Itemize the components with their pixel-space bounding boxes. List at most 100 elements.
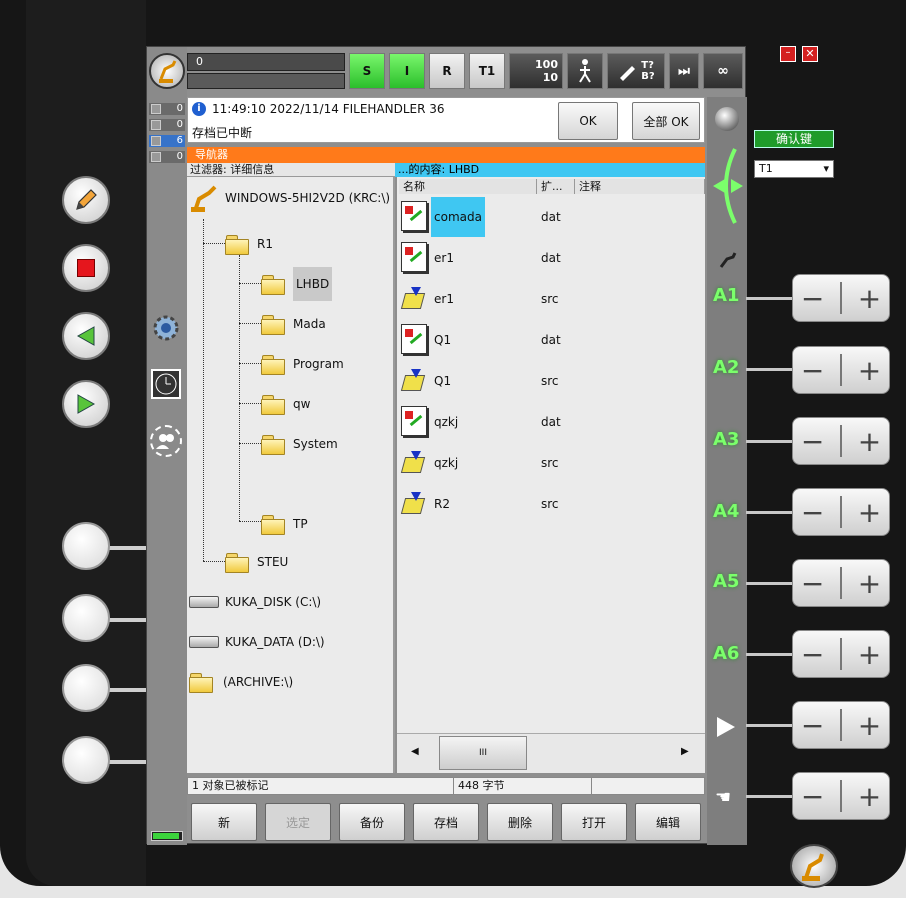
edit-pencil-button[interactable] <box>62 176 110 224</box>
tree-node-system[interactable]: System <box>261 433 338 455</box>
soft-key-3[interactable] <box>62 664 110 712</box>
minus-icon[interactable]: − <box>801 496 824 529</box>
scroll-right-icon[interactable]: ▶ <box>681 746 689 757</box>
close-icon[interactable]: ✕ <box>802 46 818 62</box>
scroll-left-icon[interactable]: ◀ <box>411 746 419 757</box>
tree-node-qw[interactable]: qw <box>261 393 310 415</box>
minus-icon[interactable]: − <box>801 780 824 813</box>
stop-button[interactable] <box>62 244 110 292</box>
soft-key-2[interactable] <box>62 594 110 642</box>
tree-node-mada[interactable]: Mada <box>261 313 326 335</box>
user-group-icon[interactable] <box>150 425 182 457</box>
robot-arm-icon[interactable] <box>717 249 739 271</box>
globe-icon[interactable] <box>715 107 739 131</box>
tree-root[interactable]: WINDOWS-5HI2V2D (KRC:\) <box>189 185 390 212</box>
jog-key-a1[interactable]: − + <box>792 274 890 322</box>
jog-key-7[interactable]: − + <box>792 701 890 749</box>
open-button[interactable]: 打开 <box>561 803 627 841</box>
minus-icon[interactable]: − <box>801 567 824 600</box>
operating-mode-status[interactable]: T1 <box>469 53 505 89</box>
tree-node-tp[interactable]: TP <box>261 513 308 535</box>
archive-folder-icon <box>189 672 213 693</box>
file-row[interactable]: qzkj dat <box>397 402 705 440</box>
tree-drive-d[interactable]: KUKA_DATA (D:\) <box>189 631 325 653</box>
plus-icon[interactable]: + <box>858 780 881 813</box>
minus-icon[interactable]: − <box>801 282 824 315</box>
file-row[interactable]: Q1 dat <box>397 320 705 358</box>
file-row[interactable]: er1 dat <box>397 238 705 276</box>
program-run-mode[interactable] <box>567 53 603 89</box>
mode-select[interactable]: T1 ▾ <box>754 160 834 178</box>
plus-icon[interactable]: + <box>858 496 881 529</box>
plus-icon[interactable]: + <box>858 282 881 315</box>
file-row[interactable]: Q1 src <box>397 361 705 399</box>
start-forward-button[interactable] <box>62 380 110 428</box>
submit-interpreter-status[interactable]: S <box>349 53 385 89</box>
kuka-main-menu-button[interactable] <box>149 53 185 89</box>
tool-base-status[interactable]: T? B? <box>607 53 665 89</box>
jog-key-a5[interactable]: − + <box>792 559 890 607</box>
delete-button[interactable]: 删除 <box>487 803 553 841</box>
counter-info: 6 <box>149 135 185 147</box>
override-status[interactable]: 100 10 <box>509 53 563 89</box>
gear-icon[interactable] <box>151 313 181 343</box>
horizontal-scrollbar[interactable]: ◀ III ▶ <box>397 733 705 773</box>
jog-mode-arrows-icon[interactable] <box>711 143 745 229</box>
tree-node-steu[interactable]: STEU <box>225 551 288 573</box>
archive-button[interactable]: 存档 <box>413 803 479 841</box>
plus-icon[interactable]: + <box>858 567 881 600</box>
plus-icon[interactable]: + <box>858 638 881 671</box>
file-list[interactable]: 名称 扩... 注释 comada dat er1 dat er1 src Q1 dat Q1 s… <box>397 177 705 773</box>
program-path-field[interactable] <box>187 73 345 89</box>
file-row[interactable]: er1 src <box>397 279 705 317</box>
column-name[interactable]: 名称 <box>399 179 537 194</box>
incremental-jog-icon[interactable]: ⏭ <box>669 53 699 89</box>
ok-button[interactable]: OK <box>558 102 618 140</box>
new-button[interactable]: 新 <box>191 803 257 841</box>
folder-icon <box>261 314 285 335</box>
tree-node-program[interactable]: Program <box>261 353 344 375</box>
jog-key-8[interactable]: − + <box>792 772 890 820</box>
file-row[interactable]: qzkj src <box>397 443 705 481</box>
minus-icon[interactable]: − <box>801 354 824 387</box>
jog-key-a3[interactable]: − + <box>792 417 890 465</box>
column-comment[interactable]: 注释 <box>575 179 705 194</box>
tree-archive[interactable]: (ARCHIVE:\) <box>189 671 293 693</box>
file-name: er1 <box>434 292 454 306</box>
robot-interpreter-status[interactable]: R <box>429 53 465 89</box>
filter-label[interactable]: 过滤器: 详细信息 <box>187 163 395 177</box>
minus-icon[interactable]: − <box>801 709 824 742</box>
tree-node-lhbd[interactable]: LHBD <box>261 267 333 301</box>
tree-drive-c[interactable]: KUKA_DISK (C:\) <box>189 591 321 613</box>
file-extension: src <box>541 456 559 470</box>
scroll-thumb[interactable]: III <box>439 736 527 770</box>
select-button[interactable]: 选定 <box>265 803 331 841</box>
directory-tree[interactable]: WINDOWS-5HI2V2D (KRC:\) R1 LHBD Mada Pro… <box>187 177 395 773</box>
drives-status[interactable]: I <box>389 53 425 89</box>
edit-button[interactable]: 编辑 <box>635 803 701 841</box>
file-row[interactable]: R2 src <box>397 484 705 522</box>
backup-button[interactable]: 备份 <box>339 803 405 841</box>
jog-key-a4[interactable]: − + <box>792 488 890 536</box>
jog-key-a2[interactable]: − + <box>792 346 890 394</box>
soft-key-4[interactable] <box>62 736 110 784</box>
program-name-field[interactable]: 0 <box>187 53 345 71</box>
plus-icon[interactable]: + <box>858 354 881 387</box>
minus-icon[interactable]: − <box>801 638 824 671</box>
clock-icon[interactable] <box>151 369 181 399</box>
jog-increment-status[interactable]: ∞ <box>703 53 743 89</box>
minimize-icon[interactable]: – <box>780 46 796 62</box>
kuka-hardware-button[interactable] <box>790 844 838 888</box>
confirm-key-button[interactable]: 确认键 <box>754 130 834 148</box>
tree-node-r1[interactable]: R1 <box>225 233 273 255</box>
column-extension[interactable]: 扩... <box>537 179 575 194</box>
start-backward-button[interactable] <box>62 312 110 360</box>
file-name: Q1 <box>434 333 452 347</box>
plus-icon[interactable]: + <box>858 425 881 458</box>
plus-icon[interactable]: + <box>858 709 881 742</box>
minus-icon[interactable]: − <box>801 425 824 458</box>
file-row[interactable]: comada dat <box>397 197 705 237</box>
soft-key-1[interactable] <box>62 522 110 570</box>
jog-key-a6[interactable]: − + <box>792 630 890 678</box>
all-ok-button[interactable]: 全部 OK <box>632 102 700 140</box>
